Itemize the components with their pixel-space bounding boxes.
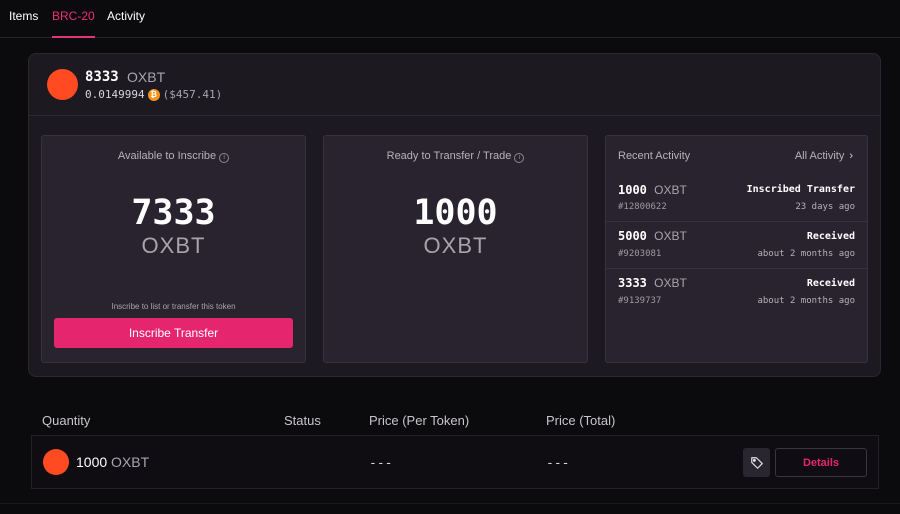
table-row: 1000 OXBT --- --- Details	[31, 435, 879, 489]
activity-time: about 2 months ago	[757, 296, 855, 306]
tab-bar: Items BRC-20 Activity	[0, 0, 900, 38]
activity-inscription-id: #9139737	[618, 296, 662, 306]
available-title-label: Available to Inscribe	[117, 150, 217, 162]
divider	[0, 503, 900, 504]
activity-type: Received	[806, 231, 855, 242]
activity-amount-value: 3333	[618, 276, 647, 290]
token-price: 0.0149994 ₿ ($457.41)	[85, 88, 222, 101]
activity-ticker: OXBT	[654, 276, 687, 290]
activity-ticker: OXBT	[654, 229, 687, 243]
list-tag-button[interactable]	[743, 448, 770, 477]
tab-items[interactable]: Items	[9, 9, 38, 38]
token-amount: 8333	[85, 69, 119, 85]
all-activity-label: All Activity	[794, 150, 845, 162]
all-activity-link[interactable]: All Activity ›	[795, 150, 853, 162]
token-header: 8333 OXBT 0.0149994 ₿ ($457.41)	[29, 54, 880, 116]
info-icon[interactable]: i	[219, 153, 230, 163]
details-button[interactable]: Details	[775, 448, 867, 477]
activity-time: 23 days ago	[795, 202, 855, 212]
activity-type: Inscribed Transfer	[746, 184, 855, 195]
info-icon[interactable]: i	[514, 153, 525, 163]
ready-panel: Ready to Transfer / Trade i 1000 OXBT	[323, 135, 588, 363]
activity-inscription-id: #12800622	[618, 202, 667, 212]
tab-brc-20[interactable]: BRC-20	[52, 9, 95, 38]
token-logo	[43, 449, 69, 475]
activity-ticker: OXBT	[654, 183, 687, 197]
token-usd-value: ($457.41)	[162, 88, 223, 101]
row-quantity: 1000 OXBT	[76, 454, 149, 470]
token-card: 8333 OXBT 0.0149994 ₿ ($457.41) Availabl…	[28, 53, 881, 377]
available-ticker: OXBT	[141, 233, 206, 258]
activity-type: Received	[806, 278, 855, 289]
activity-amount: 3333 OXBT	[618, 276, 687, 290]
available-title: Available to Inscribe i	[42, 150, 305, 163]
inscribe-hint: Inscribe to list or transfer this token	[111, 302, 236, 311]
activity-amount-value: 1000	[618, 183, 647, 197]
row-quantity-value: 1000	[76, 454, 108, 470]
bitcoin-icon: ₿	[147, 88, 160, 101]
activity-inscription-id: #9203081	[618, 249, 662, 259]
token-btc-value: 0.0149994	[85, 88, 145, 101]
recent-activity-title: Recent Activity	[618, 150, 691, 162]
activity-time: about 2 months ago	[757, 249, 855, 259]
inscribe-transfer-button[interactable]: Inscribe Transfer	[54, 318, 293, 348]
token-logo	[47, 69, 78, 100]
column-header-status: Status	[284, 413, 321, 428]
column-header-quantity: Quantity	[42, 413, 91, 428]
activity-amount: 5000 OXBT	[618, 229, 687, 243]
token-ticker: OXBT	[127, 69, 166, 85]
column-header-price-per-token: Price (Per Token)	[369, 413, 470, 428]
row-ticker: OXBT	[111, 454, 150, 470]
row-price-per-token: ---	[369, 456, 393, 471]
ready-amount: 1000	[413, 193, 498, 233]
activity-item[interactable]: 3333 OXBT Received #9139737 about 2 mont…	[606, 268, 867, 315]
activity-item[interactable]: 5000 OXBT Received #9203081 about 2 mont…	[606, 221, 867, 268]
tab-activity[interactable]: Activity	[107, 9, 145, 38]
row-price-total: ---	[546, 456, 570, 471]
ready-title-label: Ready to Transfer / Trade	[386, 150, 512, 162]
chevron-right-icon: ›	[849, 150, 853, 162]
available-amount: 7333	[131, 193, 216, 233]
column-header-price-total: Price (Total)	[546, 413, 616, 428]
available-panel: Available to Inscribe i 7333 OXBT Inscrib…	[41, 135, 306, 363]
activity-amount: 1000 OXBT	[618, 183, 687, 197]
activity-amount-value: 5000	[618, 229, 647, 243]
ready-title: Ready to Transfer / Trade i	[324, 150, 587, 163]
recent-activity-panel: Recent Activity All Activity › 1000 OXBT …	[605, 135, 868, 363]
ready-ticker: OXBT	[423, 233, 488, 258]
tag-icon	[750, 456, 763, 469]
